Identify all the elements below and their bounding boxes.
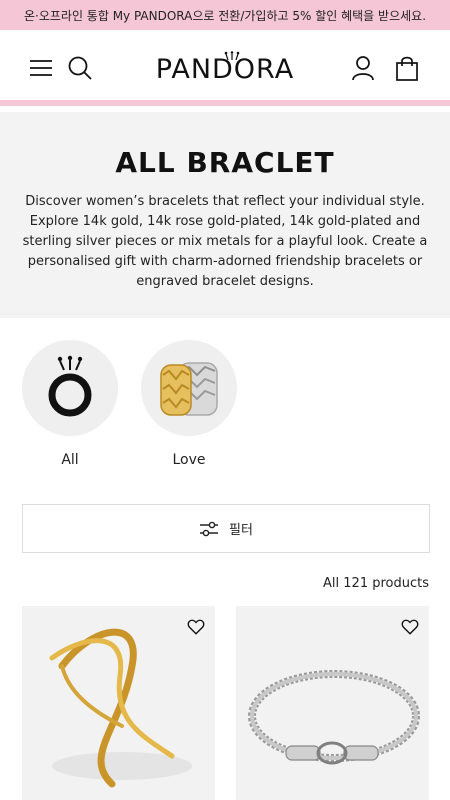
user-icon [352, 56, 374, 81]
category-list: All Love [0, 340, 450, 480]
cart-button[interactable] [393, 54, 421, 82]
page-title: ALL BRACLET [115, 146, 335, 179]
wishlist-button[interactable] [401, 618, 419, 636]
heart-outline-icon [187, 619, 205, 635]
category-thumbnail [141, 340, 237, 436]
search-button[interactable] [66, 54, 94, 82]
category-item-all[interactable]: All [22, 340, 118, 468]
page-description: Discover women’s bracelets that reflect … [22, 194, 428, 289]
wishlist-button[interactable] [187, 618, 205, 636]
product-count: All 121 products [323, 576, 429, 591]
filter-button[interactable]: 필터 [22, 504, 430, 553]
category-item-love[interactable]: Love [141, 340, 237, 468]
search-icon [68, 56, 92, 80]
hamburger-menu-icon [30, 60, 52, 76]
menu-button[interactable] [27, 54, 55, 82]
filter-label: 필터 [229, 523, 253, 538]
promo-banner[interactable]: 온·오프라인 통합 My PANDORA으로 전환/가입하고 5% 할인 혜택을… [0, 0, 450, 30]
product-card[interactable] [236, 606, 429, 800]
product-card[interactable] [22, 606, 215, 800]
category-hero: ALL BRACLET Discover women’s bracelets t… [0, 112, 450, 318]
category-label: Love [172, 452, 206, 468]
promo-text: 온·오프라인 통합 My PANDORA으로 전환/가입하고 5% 할인 혜택을… [23, 8, 427, 23]
account-button[interactable] [349, 54, 377, 82]
crown-icon [224, 51, 240, 61]
shopping-bag-icon [396, 56, 418, 81]
site-header: PANDORA [0, 30, 450, 106]
pandora-crown-o-logo-icon [48, 355, 92, 417]
brand-logo[interactable]: PANDORA [125, 51, 325, 88]
category-label: All [61, 452, 79, 468]
heart-outline-icon [401, 619, 419, 635]
category-thumbnail [22, 340, 118, 436]
filter-sliders-icon [200, 521, 219, 536]
heart-rings-image-icon [160, 362, 218, 416]
